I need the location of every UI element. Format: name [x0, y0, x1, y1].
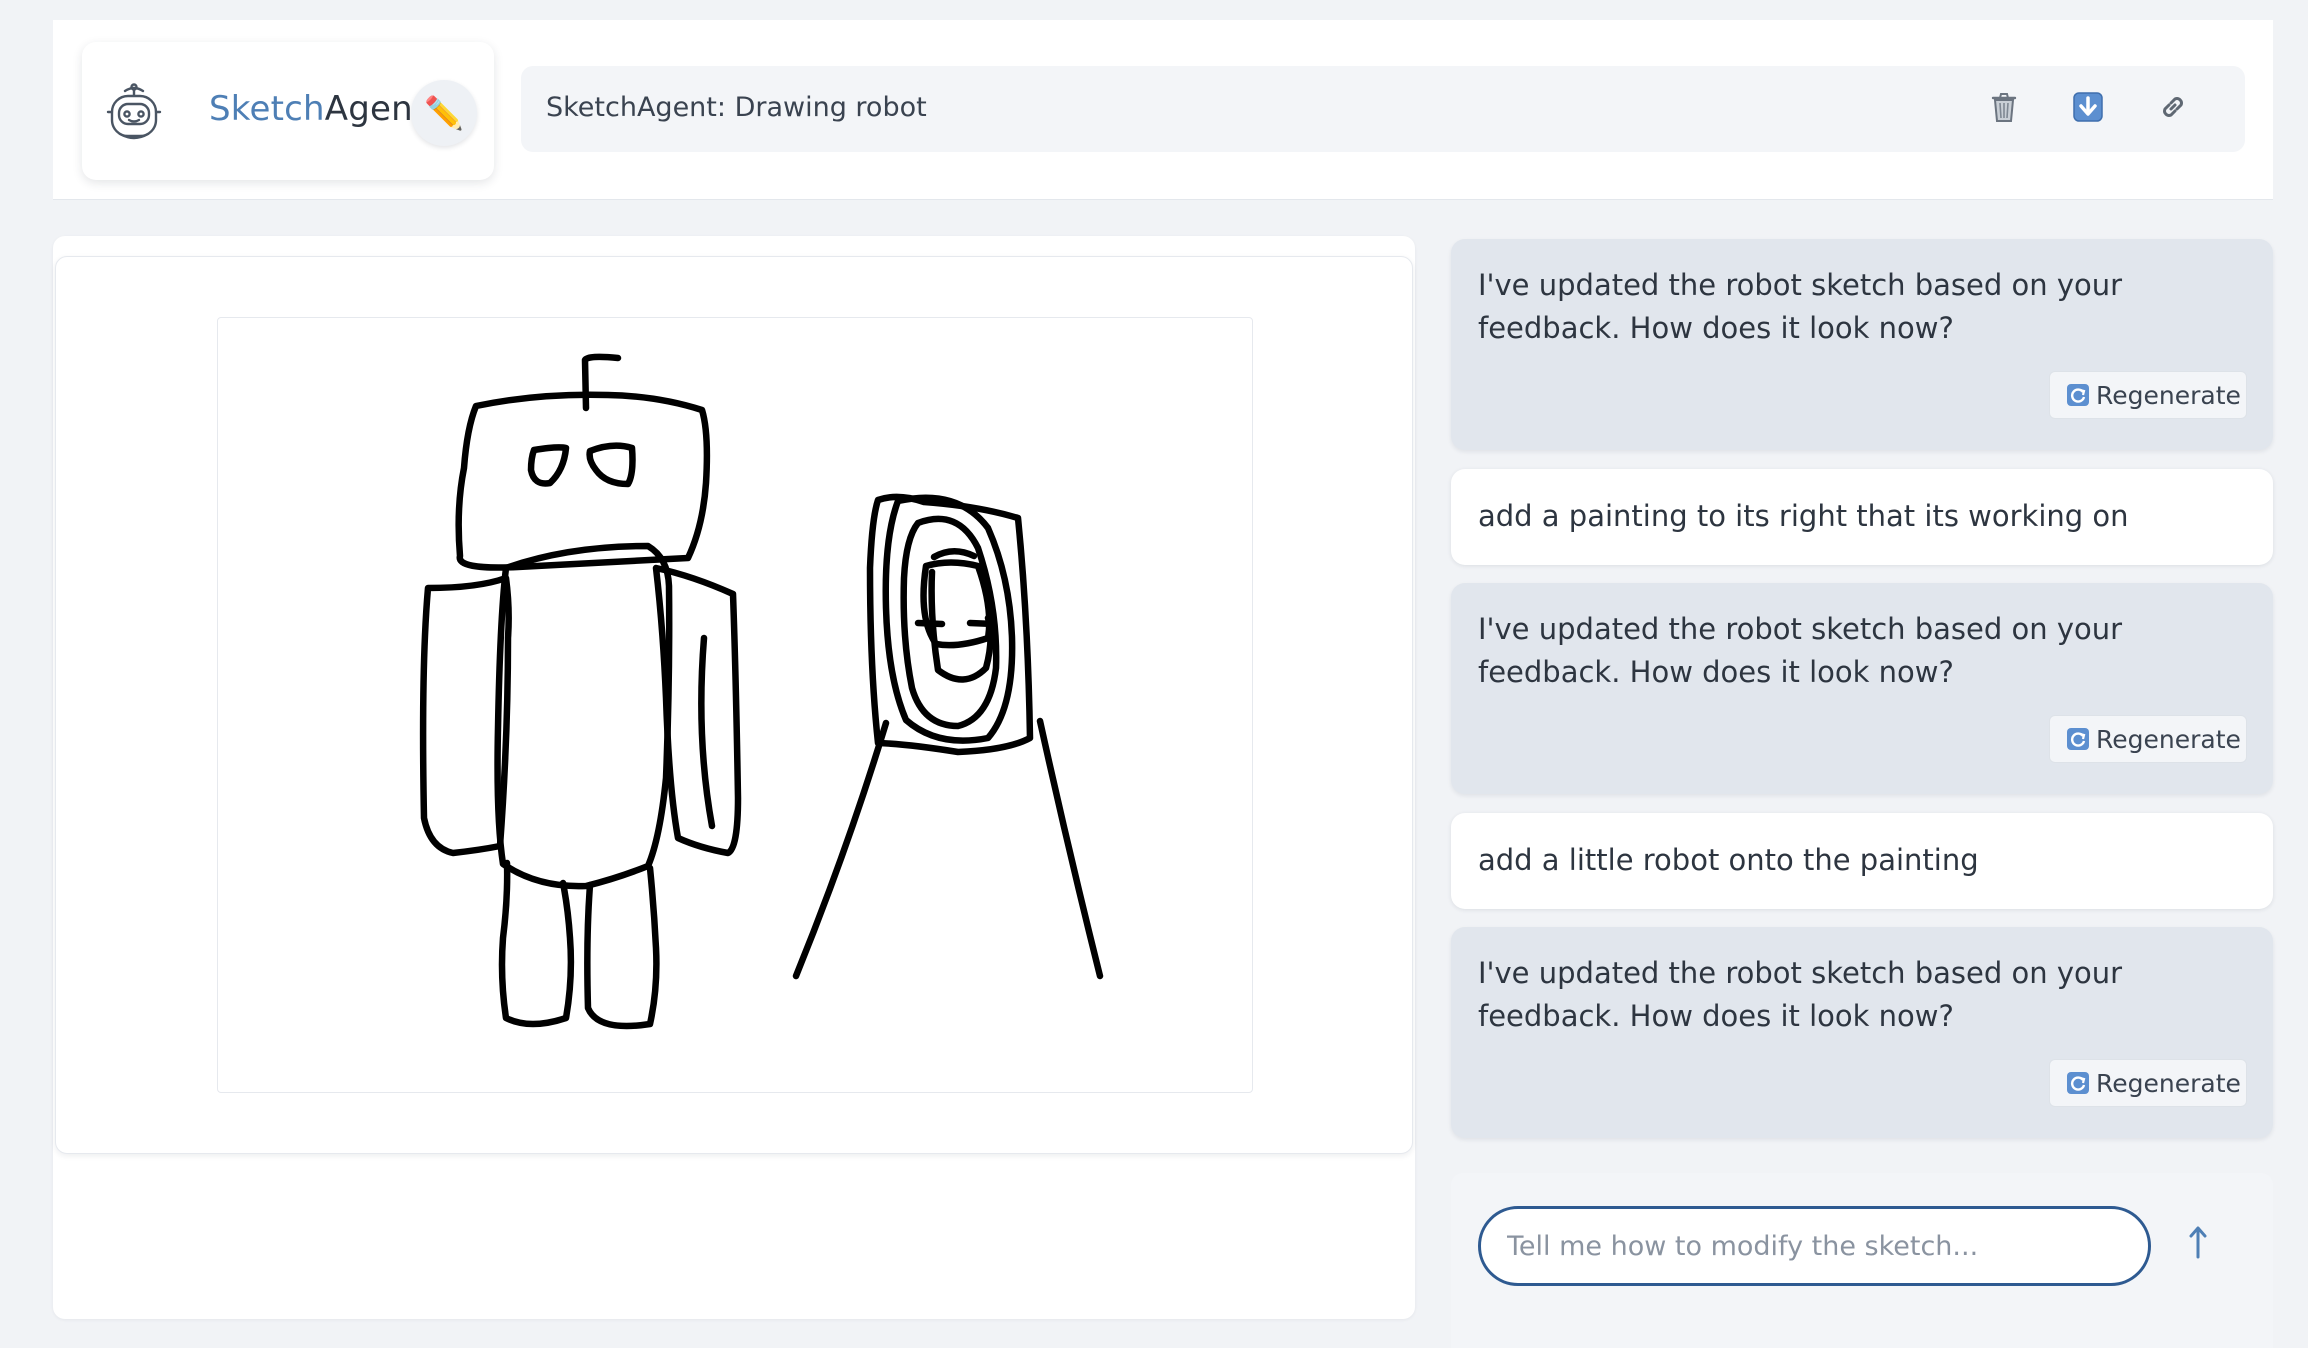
arrow-up-icon [2186, 1224, 2210, 1269]
refresh-icon [2066, 383, 2090, 407]
user-message: add a little robot onto the painting [1451, 813, 2273, 909]
user-message: add a painting to its right that its wor… [1451, 469, 2273, 565]
canvas-panel [53, 236, 1415, 1319]
download-icon [2072, 91, 2104, 127]
refresh-icon [2066, 1071, 2090, 1095]
link-icon [2157, 91, 2189, 127]
share-link-button[interactable] [2152, 88, 2194, 130]
robot-sketch-drawing [419, 353, 1104, 1030]
agent-message: I've updated the robot sketch based on y… [1451, 583, 2273, 794]
agent-message-text: I've updated the robot sketch based on y… [1478, 612, 2123, 689]
chat-input-area [1451, 1173, 2273, 1348]
agent-message-text: I've updated the robot sketch based on y… [1478, 956, 2123, 1033]
download-button[interactable] [2067, 88, 2109, 130]
app-header: SketchAgent ✏️ SketchAgent: Drawing robo… [53, 20, 2273, 200]
sketch-canvas[interactable] [217, 317, 1253, 1093]
send-button[interactable] [2171, 1219, 2225, 1273]
chat-panel: I've updated the robot sketch based on y… [1451, 239, 2273, 1348]
regenerate-button[interactable]: Regenerate [2049, 371, 2247, 419]
pencil-icon: ✏️ [424, 94, 464, 132]
title-bar: SketchAgent: Drawing robot [521, 66, 2245, 152]
edit-title-button[interactable]: ✏️ [411, 80, 477, 146]
delete-button[interactable] [1983, 88, 2025, 130]
refresh-icon [2066, 727, 2090, 751]
regenerate-label: Regenerate [2096, 1068, 2241, 1098]
agent-message: I've updated the robot sketch based on y… [1451, 927, 2273, 1138]
robot-icon [106, 82, 162, 144]
regenerate-button[interactable]: Regenerate [2049, 715, 2247, 763]
trash-icon [1989, 91, 2019, 127]
regenerate-button[interactable]: Regenerate [2049, 1059, 2247, 1107]
regenerate-label: Regenerate [2096, 380, 2241, 410]
agent-message-text: I've updated the robot sketch based on y… [1478, 268, 2123, 345]
page-title[interactable]: SketchAgent: Drawing robot [546, 88, 927, 128]
logo-card: SketchAgent ✏️ [82, 42, 494, 180]
user-message-text: add a little robot onto the painting [1478, 843, 1979, 877]
regenerate-label: Regenerate [2096, 724, 2241, 754]
agent-message: I've updated the robot sketch based on y… [1451, 239, 2273, 450]
chat-input[interactable] [1478, 1206, 2151, 1286]
logo-text-sketch: Sketch [209, 89, 325, 129]
user-message-text: add a painting to its right that its wor… [1478, 499, 2129, 533]
canvas-card [55, 256, 1413, 1154]
app-logo-text: SketchAgent [209, 84, 426, 134]
